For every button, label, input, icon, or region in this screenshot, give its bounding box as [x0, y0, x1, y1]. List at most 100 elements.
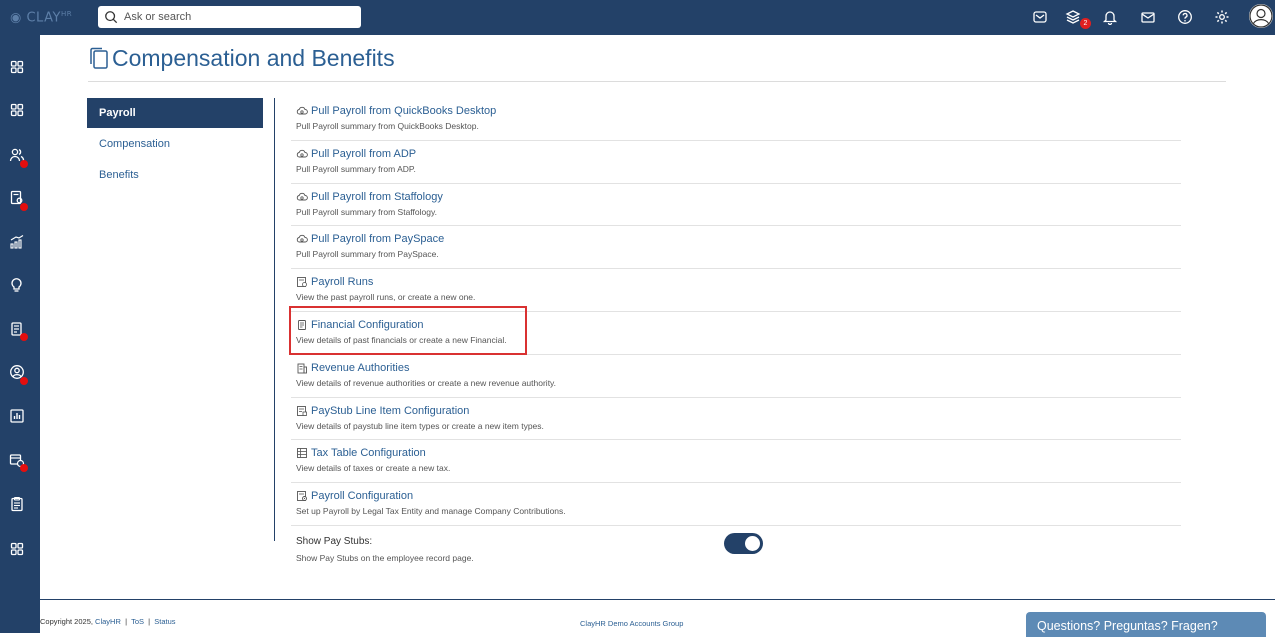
people-alert-dot — [20, 160, 28, 168]
sidebar-item-reports[interactable] — [9, 408, 27, 426]
item-title-link[interactable]: Pull Payroll from PaySpace — [311, 233, 444, 245]
list-item-adp: Pull Payroll from ADP Pull Payroll summa… — [291, 141, 1181, 184]
search-icon — [105, 11, 118, 24]
page-header: Compensation and Benefits — [88, 45, 395, 72]
clayhr-logo[interactable]: ◉ CLAYHR — [10, 10, 72, 25]
item-description: Pull Payroll summary from PaySpace. — [296, 249, 439, 260]
logo-text: CLAY — [26, 10, 61, 26]
recruiting-alert-dot — [20, 203, 28, 211]
logo-mark-icon: ◉ — [10, 10, 22, 26]
time-alert-dot — [20, 464, 28, 472]
lightbulb-icon — [11, 278, 22, 292]
sidebar-item-performance[interactable] — [9, 234, 27, 252]
messages-button[interactable] — [1139, 8, 1157, 26]
item-title-link[interactable]: Tax Table Configuration — [311, 447, 426, 459]
mail-icon — [1141, 12, 1155, 23]
grid-icon — [10, 60, 24, 74]
list-item-paystub-line-item: PayStub Line Item Configuration View det… — [291, 398, 1181, 441]
documents-alert-dot — [20, 333, 28, 341]
questions-chat-button[interactable]: Questions? Preguntas? Fragen? — [1026, 612, 1266, 637]
item-title-link[interactable]: Payroll Configuration — [311, 490, 413, 502]
item-description: View the past payroll runs, or create a … — [296, 292, 476, 303]
item-description: Pull Payroll summary from QuickBooks Des… — [296, 121, 479, 131]
item-description: Set up Payroll by Legal Tax Entity and m… — [296, 506, 566, 517]
account-group-link[interactable]: ClayHR Demo Accounts Group — [580, 619, 683, 628]
payroll-config-icon — [297, 491, 307, 502]
search-input[interactable] — [124, 11, 344, 23]
grid-icon — [10, 542, 24, 556]
show-pay-stubs-description: Show Pay Stubs on the employee record pa… — [296, 553, 474, 563]
section-nav-compensation[interactable]: Compensation — [87, 129, 263, 159]
toggle-knob — [745, 536, 760, 551]
item-title-link[interactable]: Pull Payroll from Staffology — [311, 191, 443, 203]
list-item-tax-table: Tax Table Configuration View details of … — [291, 440, 1181, 484]
payroll-runs-icon — [297, 277, 307, 288]
clipboard-icon — [11, 496, 23, 512]
user-avatar[interactable] — [1249, 4, 1273, 28]
logo-suffix: HR — [60, 10, 73, 18]
footer-separator: | — [125, 617, 128, 626]
page-title: Compensation and Benefits — [112, 45, 395, 71]
item-description: Pull Payroll summary from ADP. — [296, 163, 416, 174]
inbox-icon — [1033, 11, 1047, 23]
sidebar-item-learning[interactable] — [9, 277, 27, 295]
title-divider — [88, 81, 1226, 82]
table-icon — [297, 448, 307, 459]
item-title-link[interactable]: Pull Payroll from ADP — [311, 148, 416, 160]
copy-documents-icon — [90, 47, 108, 69]
paystub-icon — [297, 405, 307, 416]
item-description: View details of taxes or create a new ta… — [296, 463, 451, 474]
profile-alert-dot — [20, 377, 28, 385]
grid-icon — [10, 103, 24, 117]
section-nav-benefits[interactable]: Benefits — [87, 160, 263, 190]
top-bar: ◉ CLAYHR 2 — [0, 0, 1275, 35]
highlight-box — [289, 306, 527, 355]
sidebar-item-tasks[interactable] — [9, 496, 27, 514]
item-description: View details of revenue authorities or c… — [296, 377, 557, 388]
cloud-sync-icon — [296, 235, 308, 243]
sidebar-item-more[interactable] — [9, 541, 27, 559]
cloud-sync-icon — [296, 149, 308, 158]
list-item-payroll-configuration: Payroll Configuration Set up Payroll by … — [291, 483, 1181, 526]
section-nav: Payroll Compensation Benefits — [87, 98, 263, 191]
item-title-link[interactable]: PayStub Line Item Configuration — [311, 405, 469, 417]
growth-chart-icon — [10, 234, 24, 249]
question-icon — [1178, 10, 1192, 24]
list-item-staffology: Pull Payroll from Staffology Pull Payrol… — [291, 184, 1181, 227]
sidebar-item-dashboard[interactable] — [9, 59, 27, 77]
nav-divider — [274, 98, 275, 541]
footer-links: Copyright 2025, ClayHR | ToS | Status — [40, 617, 176, 626]
settings-button[interactable] — [1213, 8, 1231, 26]
notification-count-badge: 2 — [1080, 18, 1091, 29]
section-nav-payroll[interactable]: Payroll — [87, 98, 263, 128]
layers-icon — [1065, 10, 1081, 24]
item-title-link[interactable]: Pull Payroll from QuickBooks Desktop — [311, 105, 496, 117]
item-description: Pull Payroll summary from Staffology. — [296, 206, 437, 217]
left-sidebar — [0, 35, 40, 633]
show-pay-stubs-label: Show Pay Stubs: — [296, 536, 373, 547]
footer-divider — [40, 599, 1275, 600]
user-avatar-icon — [1249, 4, 1273, 28]
sidebar-item-apps[interactable] — [9, 102, 27, 120]
show-pay-stubs-toggle[interactable] — [724, 533, 763, 554]
item-description: View details of paystub line item types … — [296, 420, 544, 431]
inbox-button[interactable] — [1031, 8, 1049, 26]
gear-icon — [1215, 10, 1229, 24]
item-title-link[interactable]: Payroll Runs — [311, 276, 373, 288]
status-link[interactable]: Status — [154, 617, 175, 626]
help-button[interactable] — [1176, 8, 1194, 26]
item-title-link[interactable]: Revenue Authorities — [311, 362, 409, 374]
copyright-text: Copyright 2025, — [40, 617, 93, 626]
notifications-button[interactable] — [1101, 8, 1119, 26]
cloud-sync-icon — [296, 106, 308, 115]
list-item-payspace: Pull Payroll from PaySpace Pull Payroll … — [291, 226, 1181, 270]
list-item-revenue-authorities: Revenue Authorities View details of reve… — [291, 355, 1181, 398]
clayhr-link[interactable]: ClayHR — [95, 617, 121, 626]
cloud-sync-icon — [296, 192, 308, 201]
search-box[interactable] — [98, 6, 361, 28]
footer-separator: | — [148, 617, 151, 626]
tos-link[interactable]: ToS — [131, 617, 144, 626]
building-icon — [297, 363, 307, 374]
list-item-quickbooks: Pull Payroll from QuickBooks Desktop Pul… — [291, 98, 1181, 141]
bar-chart-icon — [10, 409, 24, 423]
